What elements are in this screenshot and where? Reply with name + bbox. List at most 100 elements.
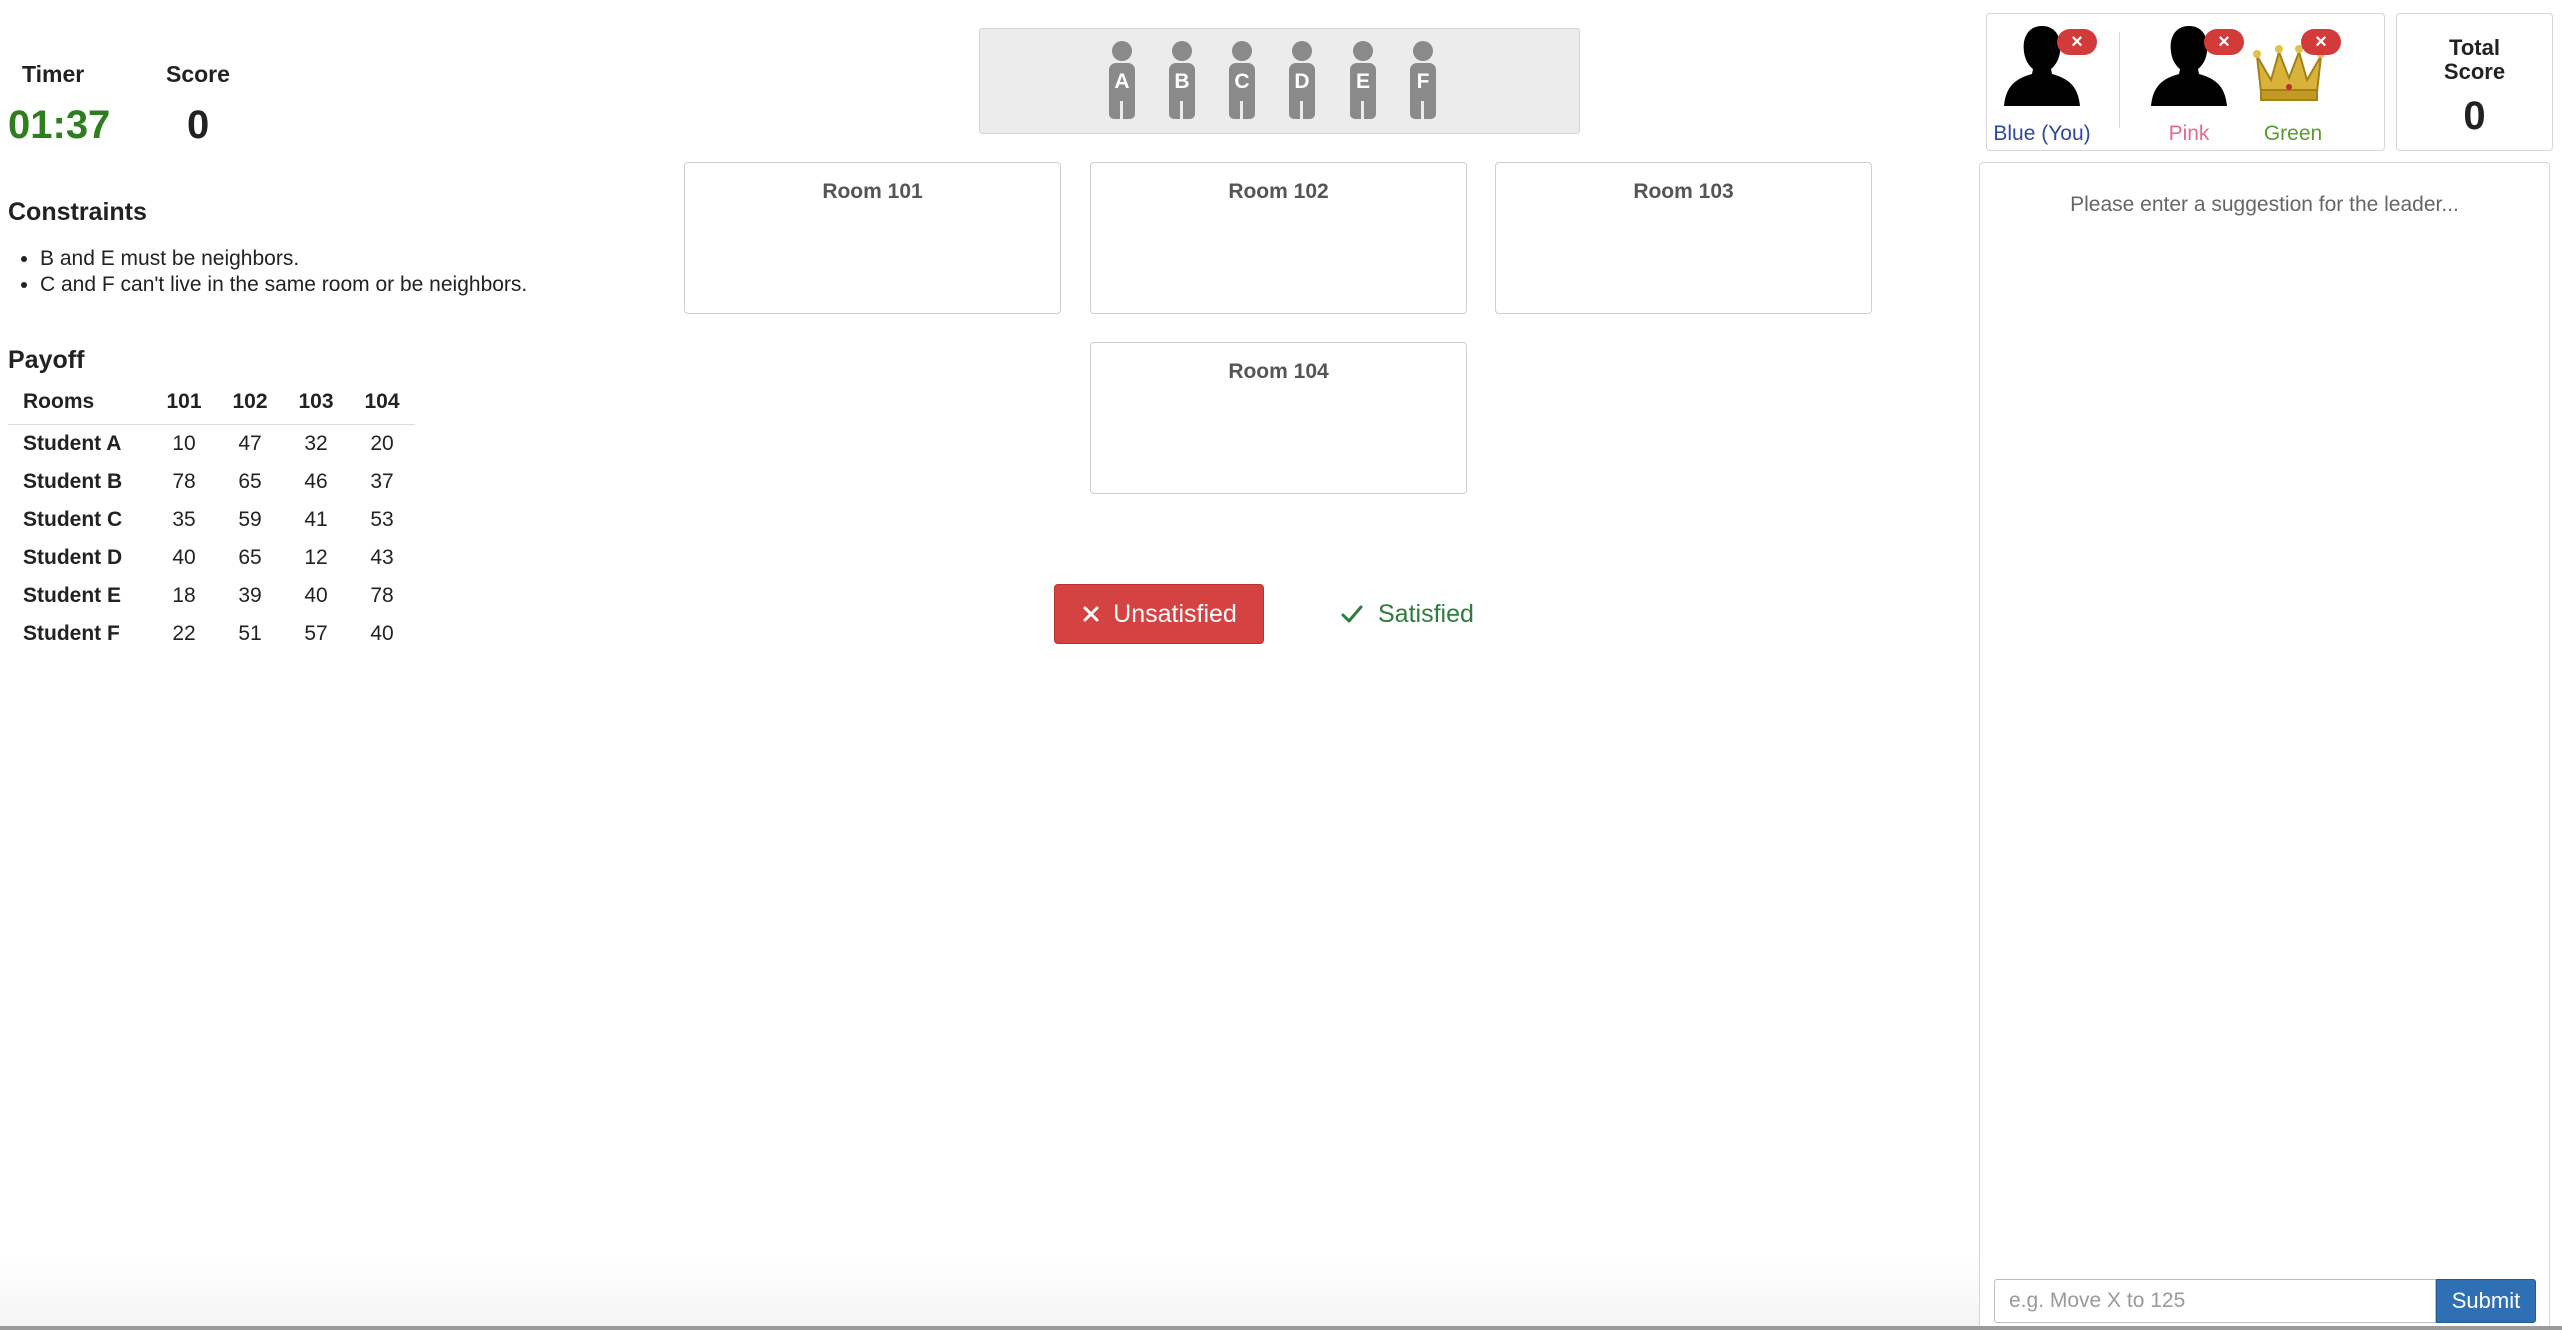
- student-head-icon: [1112, 41, 1132, 61]
- payoff-column-header: 101: [151, 390, 217, 425]
- payoff-cell: 51: [238, 622, 262, 645]
- constraint-item: C and F can't live in the same room or b…: [40, 272, 527, 298]
- payoff-cell: 39: [238, 584, 262, 607]
- payoff-column-header: 103: [283, 390, 349, 425]
- student-letter: C: [1234, 70, 1250, 93]
- payoff-cell: 10: [172, 432, 196, 455]
- payoff-table: Rooms 101 102 103 104 Student A 10 47 32…: [8, 390, 415, 653]
- payoff-cell: 53: [370, 508, 394, 531]
- student-head-icon: [1292, 41, 1312, 61]
- payoff-header-row: Rooms 101 102 103 104: [8, 390, 415, 425]
- student-token-a[interactable]: A: [1109, 41, 1135, 119]
- table-row: Student E 18 39 40 78: [8, 577, 415, 615]
- total-score-label: Total Score: [2443, 35, 2506, 84]
- submit-button[interactable]: Submit: [2436, 1279, 2536, 1323]
- payoff-cell: 32: [304, 432, 328, 455]
- student-token-f[interactable]: F: [1410, 41, 1436, 119]
- student-letter: F: [1416, 70, 1430, 93]
- payoff-cell: 40: [172, 546, 196, 569]
- payoff-row-label: Student C: [23, 508, 123, 531]
- payoff-column-header: 104: [349, 390, 415, 425]
- player-name: Blue (You): [1993, 122, 2091, 145]
- payoff-cell: 43: [370, 546, 394, 569]
- room-title: Room 102: [1228, 180, 1329, 203]
- satisfied-button[interactable]: Satisfied: [1340, 584, 1500, 644]
- payoff-cell: 35: [172, 508, 196, 531]
- payoff-cell: 12: [304, 546, 328, 569]
- room-104[interactable]: Room 104: [1090, 342, 1467, 494]
- room-102[interactable]: Room 102: [1090, 162, 1467, 314]
- table-row: Student D 40 65 12 43: [8, 539, 415, 577]
- payoff-cell: 78: [370, 584, 394, 607]
- payoff-row-label: Student E: [23, 584, 121, 607]
- payoff-cell: 59: [238, 508, 262, 531]
- constraints-title: Constraints: [8, 198, 147, 226]
- table-row: Student A 10 47 32 20: [8, 425, 415, 464]
- payoff-column-header: Rooms: [8, 390, 151, 425]
- room-103[interactable]: Room 103: [1495, 162, 1872, 314]
- payoff-cell: 40: [370, 622, 394, 645]
- payoff-cell: 40: [304, 584, 328, 607]
- student-token-e[interactable]: E: [1350, 41, 1376, 119]
- total-score-panel: Total Score 0: [2396, 13, 2553, 151]
- unsatisfied-button[interactable]: Unsatisfied: [1054, 584, 1264, 644]
- student-token-b[interactable]: B: [1169, 41, 1195, 119]
- student-token-c[interactable]: C: [1229, 41, 1255, 119]
- payoff-cell: 22: [172, 622, 196, 645]
- bottom-border: [0, 1326, 2562, 1330]
- total-score-value: 0: [2463, 94, 2486, 138]
- suggestion-input[interactable]: [1994, 1279, 2436, 1323]
- table-row: Student F 22 51 57 40: [8, 615, 415, 653]
- room-title: Room 103: [1633, 180, 1734, 203]
- player-blue: × Blue (You): [1987, 22, 2097, 147]
- payoff-cell: 57: [304, 622, 328, 645]
- student-head-icon: [1232, 41, 1252, 61]
- payoff-row-label: Student B: [23, 470, 123, 493]
- payoff-cell: 78: [172, 470, 196, 493]
- student-token-d[interactable]: D: [1289, 41, 1315, 119]
- payoff-row-label: Student A: [23, 432, 122, 455]
- student-letter: A: [1114, 70, 1130, 93]
- player-green: × Green: [2238, 22, 2348, 147]
- student-letter: B: [1174, 70, 1190, 93]
- payoff-cell: 41: [304, 508, 328, 531]
- student-head-icon: [1413, 41, 1433, 61]
- payoff-column-header: 102: [217, 390, 283, 425]
- payoff-cell: 37: [370, 470, 394, 493]
- payoff-title: Payoff: [8, 346, 85, 374]
- payoff-cell: 20: [370, 432, 394, 455]
- room-101[interactable]: Room 101: [684, 162, 1061, 314]
- constraints-list: B and E must be neighbors. C and F can't…: [8, 246, 527, 298]
- room-title: Room 104: [1228, 360, 1329, 383]
- remove-player-blue-button[interactable]: ×: [2057, 29, 2097, 55]
- payoff-cell: 65: [238, 470, 262, 493]
- player-divider: [2119, 32, 2120, 128]
- payoff-cell: 46: [304, 470, 328, 493]
- constraint-item: B and E must be neighbors.: [40, 246, 527, 272]
- unsatisfied-label: Unsatisfied: [1113, 599, 1237, 628]
- room-title: Room 101: [822, 180, 923, 203]
- timer-value: 01:37: [8, 103, 111, 147]
- close-icon: [1083, 606, 1099, 622]
- players-panel: × Blue (You) × Pink × Green: [1986, 13, 2385, 151]
- payoff-row-label: Student F: [23, 622, 120, 645]
- player-pink: × Pink: [2134, 22, 2244, 147]
- student-head-icon: [1353, 41, 1373, 61]
- student-letter: E: [1355, 70, 1370, 93]
- score-value: 0: [187, 103, 210, 147]
- chat-hint: Please enter a suggestion for the leader…: [2070, 193, 2459, 216]
- checkmark-icon: [1341, 605, 1363, 623]
- payoff-cell: 65: [238, 546, 262, 569]
- table-row: Student C 35 59 41 53: [8, 501, 415, 539]
- timer-label: Timer: [22, 61, 85, 87]
- student-pool: A B C D E F: [979, 28, 1580, 134]
- player-name: Green: [2263, 122, 2323, 145]
- payoff-cell: 47: [238, 432, 262, 455]
- bottom-shade: [0, 1255, 1979, 1330]
- payoff-row-label: Student D: [23, 546, 123, 569]
- player-name: Pink: [2168, 122, 2210, 145]
- payoff-cell: 18: [172, 584, 196, 607]
- remove-player-green-button[interactable]: ×: [2301, 29, 2341, 55]
- table-row: Student B 78 65 46 37: [8, 463, 415, 501]
- student-head-icon: [1172, 41, 1192, 61]
